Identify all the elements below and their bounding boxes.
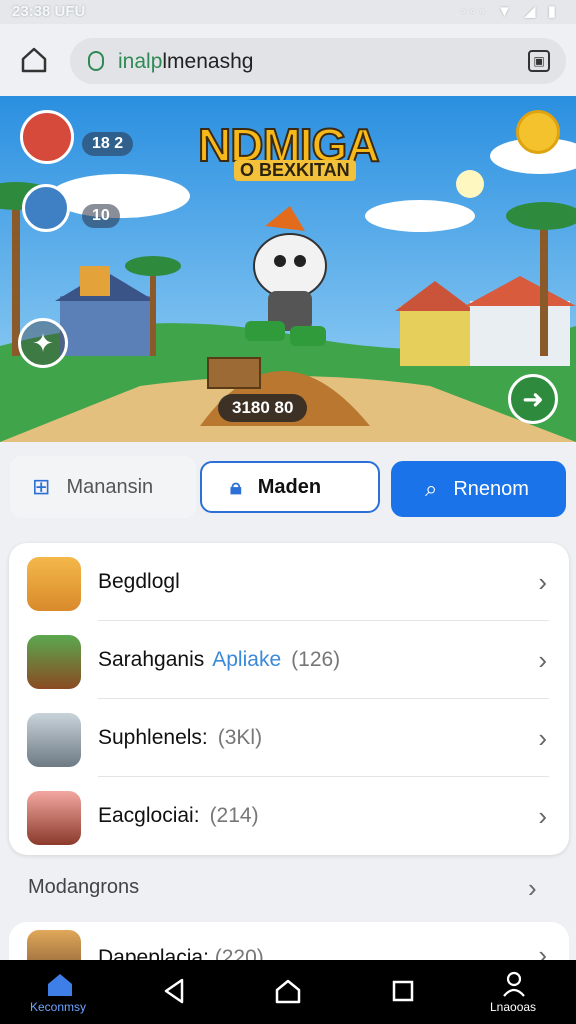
segmented-control: ⊞ Manansin 🔒︎ Maden ⌕ Rnenom: [10, 456, 566, 518]
item-name: Suphlenels: (3Kl): [98, 726, 263, 749]
back-icon[interactable]: [162, 978, 186, 1004]
recents-icon[interactable]: [392, 980, 414, 1002]
grid-icon: ⊞: [32, 474, 51, 499]
lock-icon: 🔒︎: [230, 474, 242, 499]
status-bar: 23:38 UFU ◦◦◦ ▼ ◢ ▮: [0, 0, 576, 24]
chevron-right-icon: ›: [538, 567, 547, 597]
browser-toolbar: inalplmenashg ▣: [0, 24, 576, 96]
bottom-navigation: Keconmsy Lnaooas: [0, 960, 576, 1024]
chevron-right-icon[interactable]: ›: [528, 873, 537, 904]
game-subtitle: O BEXKITAN: [234, 160, 356, 181]
profile-tab-icon[interactable]: [502, 970, 526, 998]
home-icon[interactable]: [18, 44, 50, 76]
home-tab-icon[interactable]: [46, 972, 74, 998]
item-tag: Apliake: [212, 648, 282, 671]
item-name: Begdlogl: [98, 570, 180, 593]
chevron-right-icon: ›: [538, 645, 547, 675]
segment-maden[interactable]: 🔒︎ Maden: [200, 461, 380, 513]
item-name: Eacglociai: (214): [98, 804, 259, 827]
game-list: Begdlogl › Sarahganis Apliake (126) › Suph…: [9, 543, 569, 855]
item-count: (3Kl): [217, 726, 263, 749]
chevron-right-icon: ›: [538, 723, 547, 753]
game-avatar: [27, 635, 81, 689]
url-bar[interactable]: inalplmenashg ▣: [70, 38, 566, 84]
tabs-icon[interactable]: ▣: [528, 50, 550, 72]
search-icon: ⌕: [425, 476, 438, 501]
list-item[interactable]: Begdlogl ›: [9, 543, 569, 621]
profile-tab-label[interactable]: Lnaooas: [490, 1000, 536, 1014]
star-boost-button[interactable]: ✦: [18, 318, 68, 368]
segment-label: Manansin: [66, 475, 154, 498]
game-avatar: [27, 713, 81, 767]
next-arrow-button[interactable]: ➜: [508, 374, 558, 424]
segment-manage[interactable]: ⊞ Manansin: [10, 456, 196, 518]
section-title: Modangrons: [28, 876, 140, 898]
status-time: 23:38 UFU: [12, 3, 86, 20]
level-badge: 18 2: [82, 132, 134, 156]
secure-lock-icon: [88, 51, 104, 71]
segment-search-button[interactable]: ⌕ Rnenom: [391, 461, 566, 517]
list-item[interactable]: Suphlenels: (3Kl) ›: [9, 699, 569, 777]
status-icons: ◦◦◦ ▼ ◢ ▮: [460, 3, 560, 20]
mascot-icon: [516, 110, 560, 154]
home-tab-label[interactable]: Keconmsy: [30, 1000, 86, 1014]
item-count: (214): [209, 804, 259, 827]
item-name: Sarahganis Apliake (126): [98, 648, 341, 671]
home-button-icon[interactable]: [274, 978, 302, 1004]
game-banner[interactable]: 18 2 10 NDMIGA O BEXKITAN ✦ ➜ 3180 80: [0, 96, 576, 442]
guild-avatar[interactable]: [22, 184, 70, 232]
url-text[interactable]: inalplmenashg: [118, 50, 253, 74]
game-avatar: [27, 557, 81, 611]
player-avatar[interactable]: [20, 110, 74, 164]
game-avatar: [27, 791, 81, 845]
segment-label: Rnenom: [453, 477, 529, 500]
segment-label: Maden: [257, 475, 322, 498]
score-display: 3180 80: [218, 394, 308, 422]
chevron-right-icon: ›: [538, 801, 547, 831]
coins-badge: 10: [82, 204, 120, 228]
list-item[interactable]: Eacglociai: (214) ›: [9, 777, 569, 855]
item-count: (126): [291, 648, 341, 671]
list-item[interactable]: Sarahganis Apliake (126) ›: [9, 621, 569, 699]
